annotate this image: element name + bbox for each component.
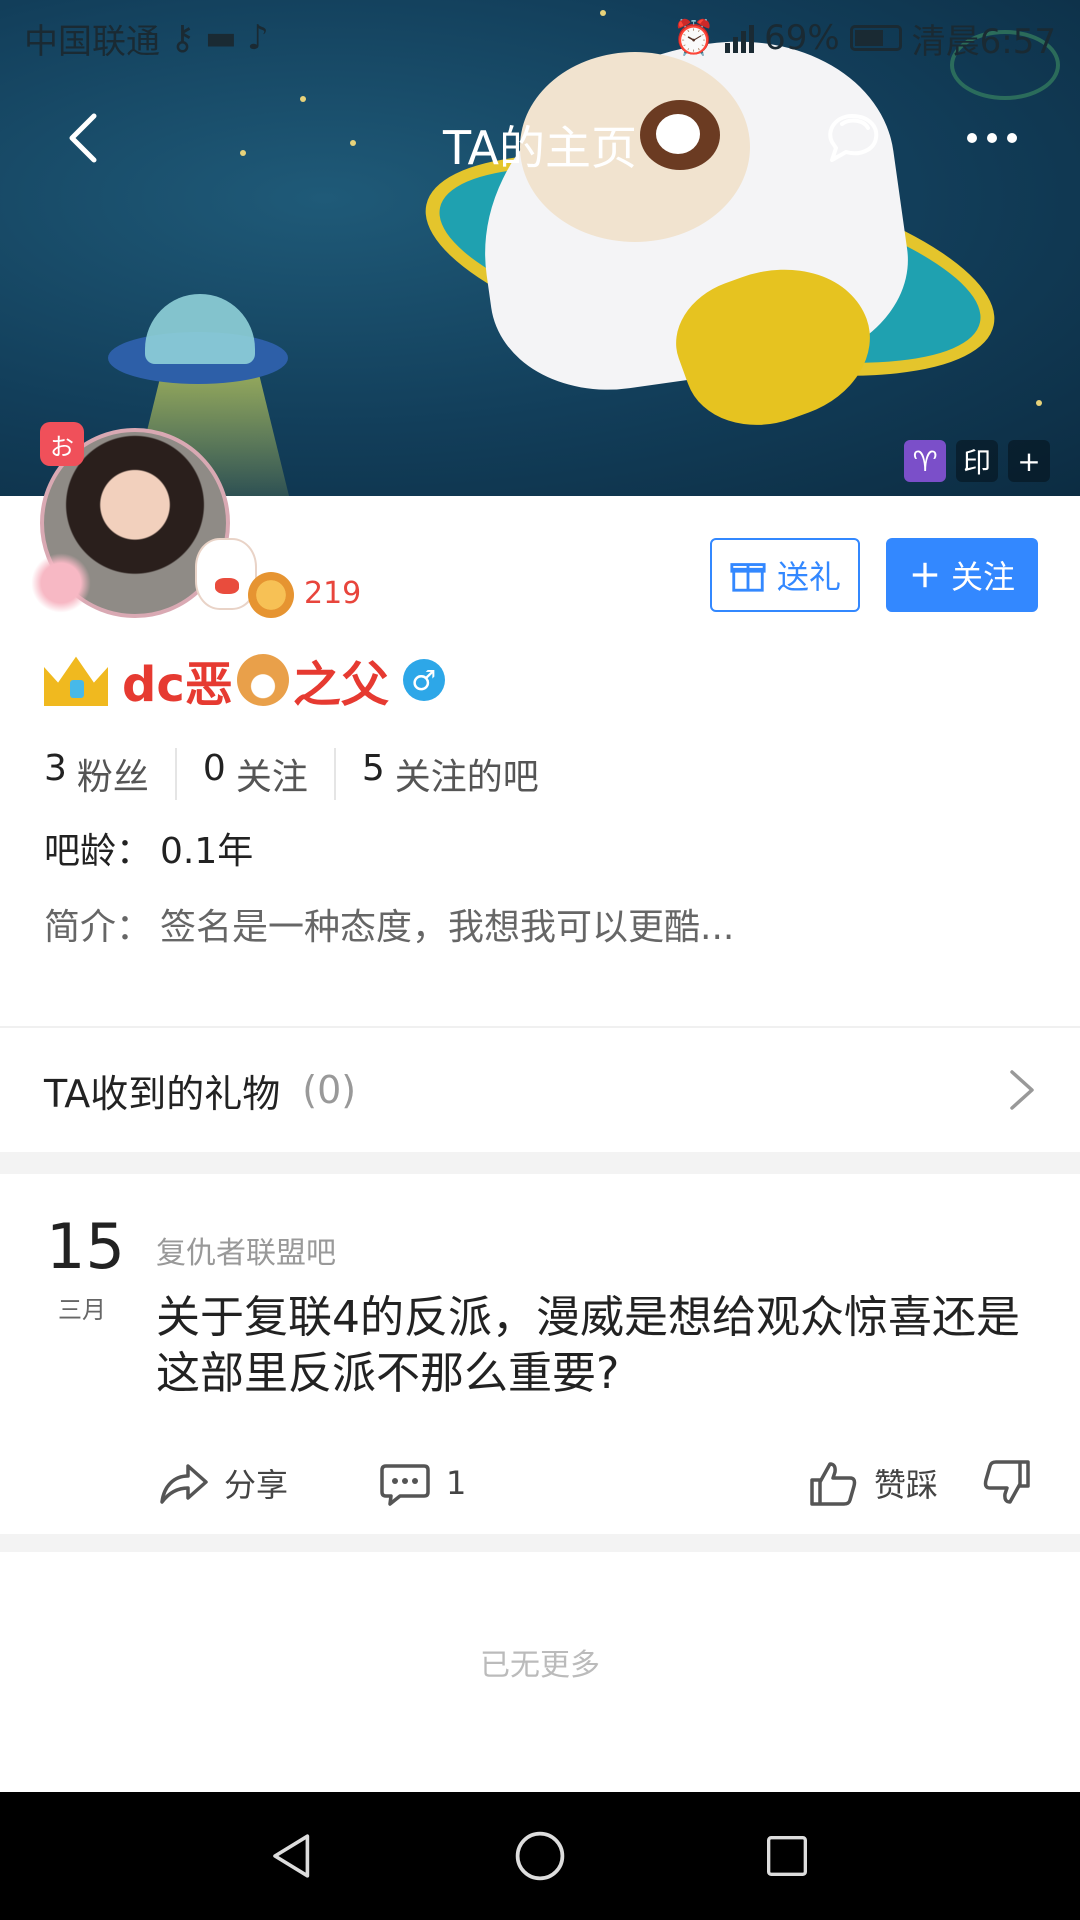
share-button[interactable]: 分享 — [156, 1456, 288, 1510]
add-icon[interactable]: + — [1008, 440, 1050, 482]
banner-tags: ♈ 印 + — [904, 440, 1050, 482]
more-options-icon[interactable] — [960, 106, 1024, 170]
home-circle-icon[interactable] — [505, 1821, 575, 1891]
carrier-label: 中国联通 — [24, 21, 160, 62]
flower-decoration-icon — [26, 548, 96, 618]
send-gift-button[interactable]: 送礼 — [710, 538, 860, 612]
following-label: 关注 — [235, 757, 308, 798]
male-gender-icon: ♂ — [402, 659, 445, 701]
fans-count: 3 — [44, 748, 67, 789]
post-day: 15 — [46, 1210, 125, 1283]
bio-label: 简介： — [44, 907, 153, 948]
like-button[interactable]: 赞踩 — [806, 1456, 938, 1510]
alarm-icon: ⏰ — [672, 18, 716, 58]
post-title[interactable]: 关于复联4的反派，漫威是想给观众惊喜还是这部里反派不那么重要? — [156, 1290, 1036, 1402]
dislike-button[interactable] — [980, 1456, 1034, 1510]
status-bar: 中国联通 ⚷ ▬ ♪ ⏰ 69% 清晨6:57 — [0, 0, 1080, 76]
username-text-part1: dc恶 — [122, 657, 233, 713]
system-navigation-bar — [0, 1792, 1080, 1920]
crown-icon — [44, 654, 108, 706]
star-decoration — [1036, 400, 1042, 406]
recents-square-icon[interactable] — [752, 1821, 822, 1891]
username: dc恶 之父 — [122, 645, 389, 715]
signal-icon — [725, 23, 755, 53]
post-actions: 分享 1 赞踩 — [156, 1450, 1036, 1516]
received-gifts-row[interactable]: TA收到的礼物 (0) — [0, 1028, 1080, 1152]
fans-stat[interactable]: 3 粉丝 — [44, 748, 175, 800]
follow-label: 关注 — [950, 558, 1015, 596]
top-nav-bar: TA的主页 — [0, 90, 1080, 186]
received-gifts-title: TA收到的礼物 — [44, 1071, 281, 1116]
followed-forums-stat[interactable]: 5 关注的吧 — [333, 748, 565, 800]
bio: 简介： 签名是一种态度，我想我可以更酷... — [44, 898, 734, 950]
pendant-badge: お — [40, 422, 84, 466]
no-more-content-label: 已无更多 — [480, 1648, 600, 1683]
account-age-value: 0.1年 — [160, 831, 254, 872]
key-icon: ⚷ — [170, 18, 195, 58]
send-gift-label: 送礼 — [776, 558, 841, 596]
profile-banner: 中国联通 ⚷ ▬ ♪ ⏰ 69% 清晨6:57 TA的主页 ♈ 印 + — [0, 0, 1080, 496]
followed-forums-count: 5 — [361, 748, 385, 789]
ufo-dome-illustration — [145, 294, 255, 364]
section-divider — [0, 1152, 1080, 1174]
post-forum-name[interactable]: 复仇者联盟吧 — [156, 1228, 336, 1272]
level-number: 219 — [304, 576, 362, 611]
vote-label: 赞踩 — [874, 1466, 939, 1504]
comment-icon — [380, 1464, 430, 1506]
post-month: 三月 — [58, 1296, 106, 1324]
received-gifts-count: (0) — [302, 1068, 357, 1112]
following-stat[interactable]: 0 关注 — [174, 748, 334, 800]
page-title: TA的主页 — [443, 121, 637, 175]
comment-count: 1 — [446, 1464, 467, 1502]
back-triangle-icon[interactable] — [258, 1821, 328, 1891]
follow-button[interactable]: 关注 — [886, 538, 1038, 612]
shiba-dog-emoji-icon — [236, 654, 289, 706]
username-text-part2: 之父 — [292, 657, 389, 713]
gift-icon — [730, 563, 766, 592]
account-age-label: 吧龄： — [44, 831, 153, 872]
comment-button[interactable]: 1 — [378, 1456, 466, 1510]
tiktok-icon: ♪ — [247, 18, 269, 58]
battery-icon — [849, 25, 902, 51]
level-icon — [248, 572, 294, 618]
clock: 清晨6:57 — [911, 21, 1056, 62]
section-divider — [0, 1534, 1080, 1552]
zodiac-aries-icon: ♈ — [904, 440, 946, 482]
stats-row: 3 粉丝 0 关注 5 关注的吧 — [44, 748, 565, 800]
fans-label: 粉丝 — [76, 757, 149, 798]
share-label: 分享 — [224, 1466, 289, 1504]
share-icon — [160, 1464, 208, 1504]
username-row: dc恶 之父 ♂ — [44, 645, 445, 715]
following-count: 0 — [202, 748, 226, 789]
account-age: 吧龄： 0.1年 — [44, 822, 253, 874]
bio-text: 签名是一种态度，我想我可以更酷... — [160, 907, 735, 948]
thumbs-down-icon — [983, 1460, 1030, 1504]
followed-forums-label: 关注的吧 — [394, 757, 539, 798]
seal-icon[interactable]: 印 — [956, 440, 998, 482]
chat-bubble-icon[interactable] — [820, 106, 884, 170]
plus-icon — [912, 562, 938, 588]
chevron-right-icon — [1010, 1070, 1034, 1110]
battery-percent: 69% — [764, 18, 840, 58]
briefcase-icon: ▬ — [204, 18, 238, 58]
thumbs-up-icon — [810, 1462, 857, 1506]
